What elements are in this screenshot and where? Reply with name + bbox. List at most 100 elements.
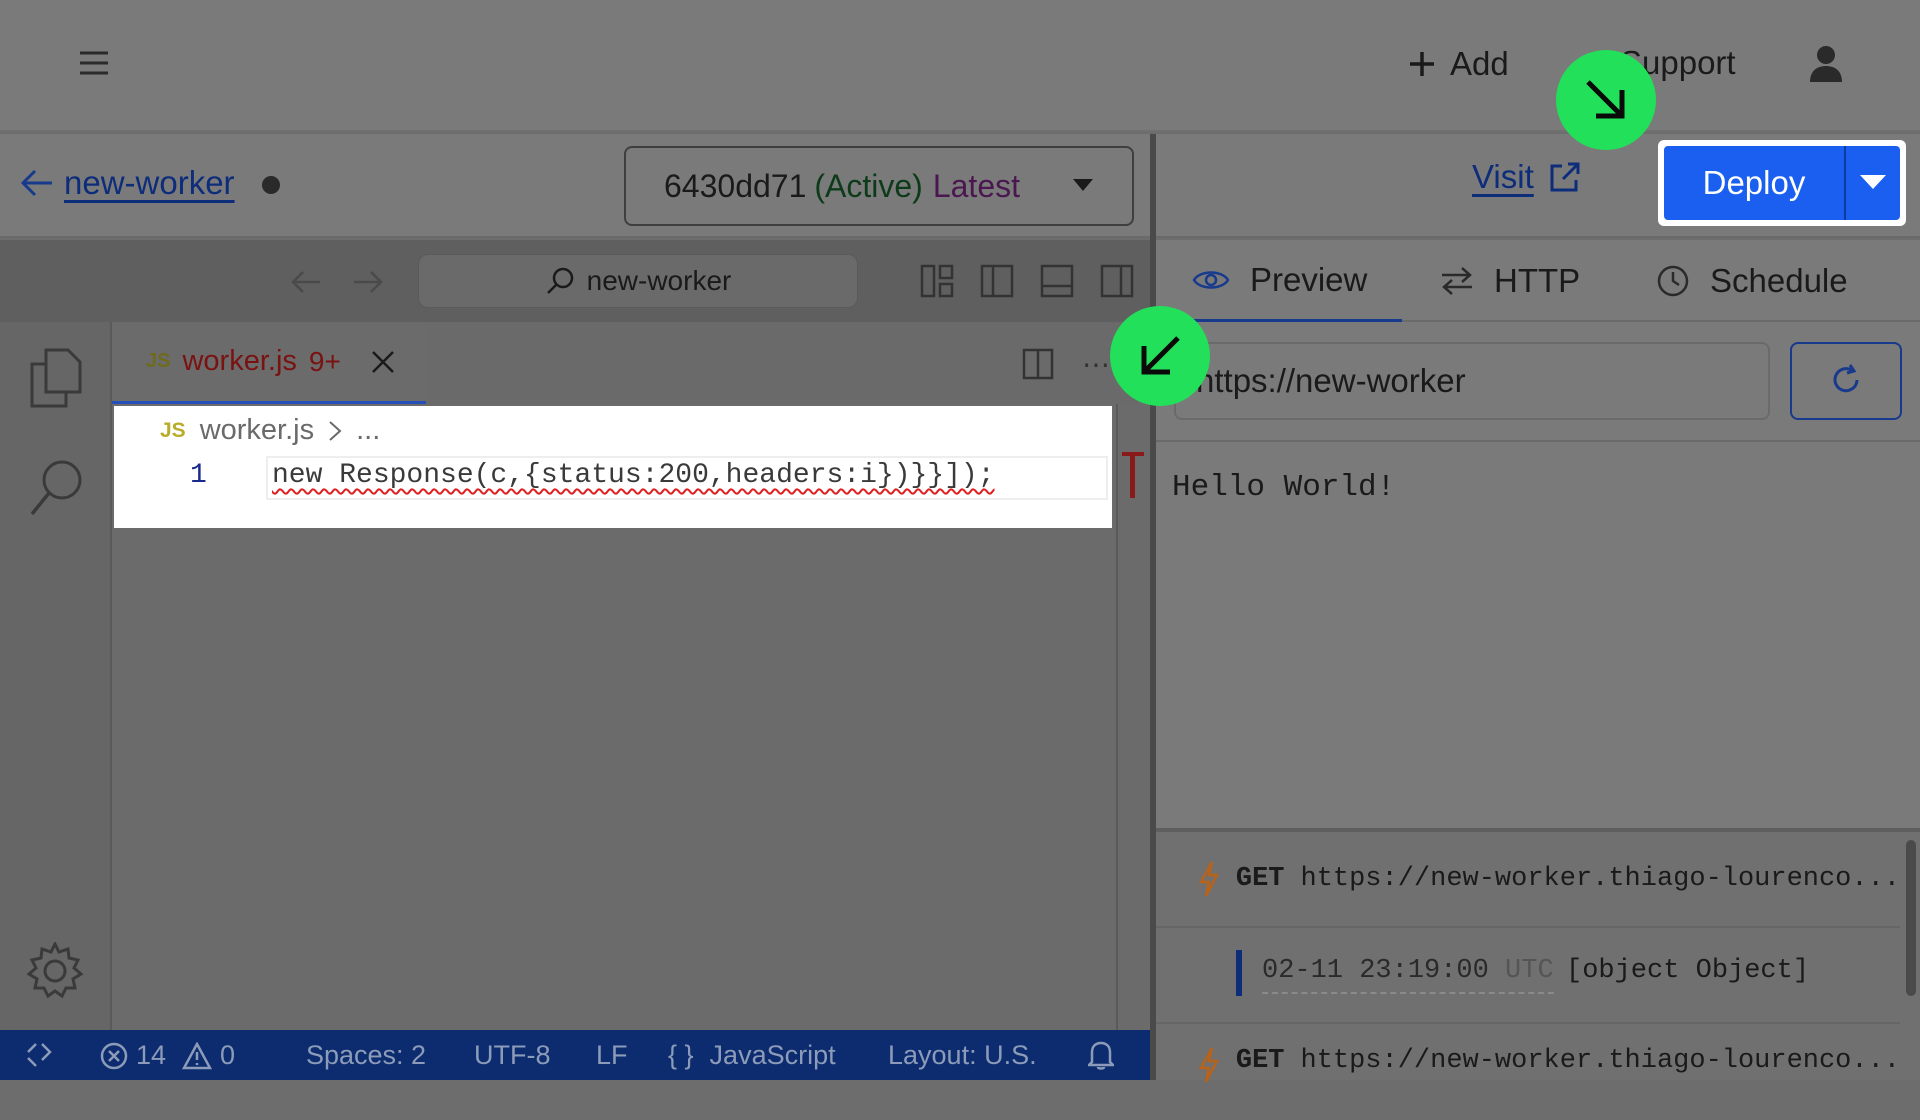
preview-tab-bar: Preview HTTP Schedule <box>1156 240 1920 322</box>
problems-indicator[interactable]: 14 0 <box>100 1040 235 1071</box>
version-tag: Latest <box>932 167 1020 204</box>
preview-url-input[interactable]: https://new-worker <box>1174 342 1770 420</box>
version-status: (Active) <box>814 167 923 204</box>
line-number: 1 <box>190 460 207 491</box>
tab-problem-count: 9+ <box>308 345 341 377</box>
error-icon <box>100 1042 128 1069</box>
deploy-button-group: Deploy <box>1658 140 1906 226</box>
log-url: https://new-worker.thiago-lourenco... <box>1300 864 1901 894</box>
notifications-bell-icon[interactable] <box>1085 1040 1117 1077</box>
remote-indicator-icon[interactable] <box>26 1042 52 1075</box>
log-level-bar <box>1236 950 1242 996</box>
chevron-down-icon <box>1073 179 1093 191</box>
search-icon <box>546 267 573 294</box>
clock-icon <box>1657 265 1689 297</box>
tab-http-label: HTTP <box>1494 262 1581 299</box>
language-mode[interactable]: { } JavaScript <box>668 1040 836 1071</box>
visit-label: Visit <box>1472 158 1534 195</box>
status-bar: 14 0 Spaces: 2 UTF-8 LF { } JavaScript L… <box>0 1030 1150 1080</box>
worker-bar: new-worker 6430dd71 (Active) Latest <box>0 134 1152 238</box>
deploy-label: Deploy <box>1702 164 1806 201</box>
customize-layout-icon[interactable] <box>920 264 954 303</box>
hamburger-menu-icon[interactable] <box>78 50 110 76</box>
js-file-icon: JS <box>160 418 186 442</box>
toggle-primary-sidebar-icon[interactable] <box>980 264 1014 303</box>
nav-back-icon[interactable] <box>290 270 322 299</box>
tab-filename: worker.js <box>182 345 297 377</box>
activity-bar <box>0 322 112 1030</box>
log-method: GET <box>1235 1046 1285 1076</box>
editor-toolbar: new-worker <box>0 240 1150 322</box>
deploy-button[interactable]: Deploy <box>1664 146 1844 220</box>
arrows-swap-icon <box>1442 267 1472 295</box>
preview-url-value: https://new-worker <box>1196 362 1466 399</box>
editor-highlight-popup: JS worker.js ... 1 new Response(c,{statu… <box>114 406 1112 528</box>
explorer-icon[interactable] <box>30 348 82 413</box>
tab-http[interactable]: HTTP <box>1440 240 1580 322</box>
nav-forward-icon[interactable] <box>352 270 384 299</box>
split-editor-icon[interactable] <box>1022 348 1054 385</box>
plus-icon <box>1410 52 1434 76</box>
language-label: JavaScript <box>709 1040 836 1070</box>
encoding-status[interactable]: UTF-8 <box>474 1040 551 1071</box>
log-url: https://new-worker.thiago-lourenco... <box>1300 1046 1901 1076</box>
tab-preview-label: Preview <box>1250 260 1368 298</box>
toggle-secondary-sidebar-icon[interactable] <box>1100 264 1134 303</box>
version-id: 6430dd71 <box>664 167 807 204</box>
lightning-icon <box>1198 1047 1219 1083</box>
command-search-text: new-worker <box>586 265 732 296</box>
worker-name-link[interactable]: new-worker <box>64 164 235 202</box>
warning-icon <box>182 1041 213 1069</box>
editor-scrollbar[interactable] <box>1116 404 1118 1030</box>
arrow-down-left-marker-icon <box>1110 306 1210 406</box>
warning-count: 0 <box>220 1040 236 1070</box>
add-label: Add <box>1450 45 1509 82</box>
close-icon[interactable] <box>371 350 395 374</box>
refresh-button[interactable] <box>1790 342 1902 420</box>
log-date: 02-11 23:19:00 <box>1262 956 1489 986</box>
request-log: GET https://new-worker.thiago-lourenco..… <box>1156 828 1920 1083</box>
js-file-icon: JS <box>146 350 171 372</box>
code-editor[interactable]: JS worker.js ... 1 new Response(c,{statu… <box>112 404 1150 1030</box>
error-count: 14 <box>136 1040 167 1070</box>
breadcrumb-file: worker.js <box>199 414 315 446</box>
search-icon[interactable] <box>28 458 84 523</box>
lightning-icon <box>1198 861 1219 897</box>
settings-gear-icon[interactable] <box>26 940 84 1005</box>
user-avatar-icon[interactable] <box>1808 44 1844 84</box>
toggle-panel-icon[interactable] <box>1040 264 1074 303</box>
arrow-down-right-marker-icon <box>1556 50 1656 150</box>
preview-url-bar: https://new-worker <box>1156 322 1920 442</box>
breadcrumb-more: ... <box>356 414 381 446</box>
log-method: GET <box>1235 864 1285 894</box>
preview-output: Hello World! <box>1156 442 1920 828</box>
command-search-input[interactable]: new-worker <box>418 254 858 308</box>
indentation-status[interactable]: Spaces: 2 <box>306 1040 426 1071</box>
tab-schedule[interactable]: Schedule <box>1656 240 1848 322</box>
braces-icon: { } <box>668 1040 694 1070</box>
add-button[interactable]: Add <box>1408 42 1509 86</box>
keyboard-layout-status[interactable]: Layout: U.S. <box>888 1040 1037 1071</box>
log-message: [object Object] <box>1566 956 1810 986</box>
log-scrollbar[interactable] <box>1906 840 1916 996</box>
log-row[interactable]: 02-11 23:19:00 UTC [object Object] <box>1156 928 1900 1024</box>
log-row[interactable]: GET https://new-worker.thiago-lourenco..… <box>1156 1024 1900 1120</box>
chevron-down-icon <box>1860 174 1886 189</box>
overflow-text-fragment <box>1122 452 1144 498</box>
visit-link[interactable]: Visit <box>1472 158 1582 196</box>
version-selector[interactable]: 6430dd71 (Active) Latest <box>624 146 1134 226</box>
unsaved-dot-icon <box>262 176 280 194</box>
log-timestamp: 02-11 23:19:00 UTC <box>1262 956 1554 994</box>
editor-tab-strip: JS worker.js 9+ ⋯ <box>112 322 1150 404</box>
back-arrow-icon[interactable] <box>20 168 54 198</box>
log-tz: UTC <box>1505 956 1554 986</box>
code-line[interactable]: new Response(c,{status:200,headers:i})}}… <box>272 460 995 491</box>
more-actions-icon[interactable]: ⋯ <box>1082 348 1110 381</box>
external-link-icon <box>1550 162 1580 192</box>
breadcrumb[interactable]: JS worker.js ... <box>160 414 380 447</box>
log-row[interactable]: GET https://new-worker.thiago-lourenco..… <box>1156 832 1900 928</box>
eol-status[interactable]: LF <box>596 1040 628 1071</box>
eye-icon <box>1192 270 1230 289</box>
editor-tab-worker-js[interactable]: JS worker.js 9+ <box>112 322 426 404</box>
deploy-dropdown-button[interactable] <box>1846 146 1900 220</box>
